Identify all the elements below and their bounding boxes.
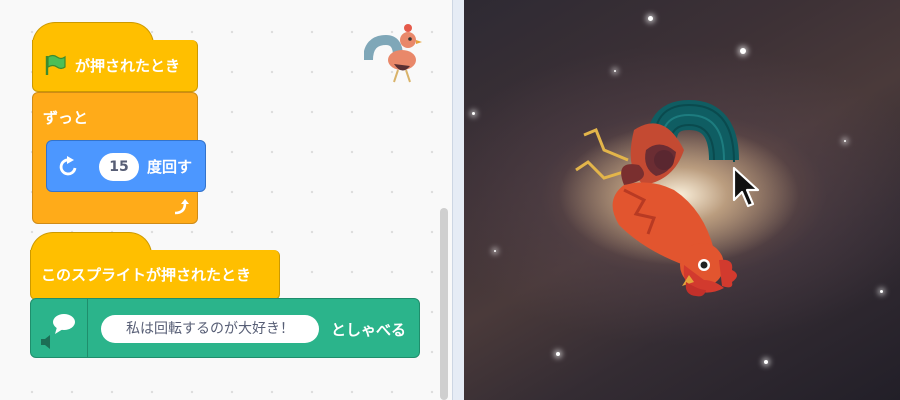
star [764,360,768,364]
speak-text-input[interactable]: 私は回転するのが大好き！ [101,315,319,343]
speaker-icon [41,335,50,349]
speech-bubble-icon [53,314,75,334]
code-area[interactable]: が押されたとき ずっと 15 度回す このスプライトが押されたとき 私は回転する… [0,0,452,400]
star [740,48,746,54]
turn-right-block[interactable]: 15 度回す [46,140,206,192]
star [556,352,560,356]
star [614,70,616,72]
panel-divider [452,0,464,400]
forever-label: ずっと [43,109,89,127]
when-flag-clicked-label: が押されたとき [75,57,181,75]
green-flag-icon [45,54,66,75]
star [494,250,496,252]
star [472,112,475,115]
turn-right-icon [59,156,77,176]
sprite-thumbnail-icon [364,24,422,83]
scrollbar-thumb[interactable] [440,208,448,400]
loop-arrow-icon [174,199,189,215]
star [844,140,846,142]
when-sprite-clicked-label: このスプライトが押されたとき [41,266,252,284]
star [648,16,653,21]
star [880,290,883,293]
mouse-cursor-icon [732,166,760,208]
extension-icon-box [31,299,88,357]
stage[interactable] [464,0,900,400]
speak-block[interactable]: 私は回転するのが大好き！ としゃべる [30,298,420,358]
when-flag-clicked-block[interactable]: が押されたとき [32,40,198,92]
turn-degrees-input[interactable]: 15 [99,153,139,181]
when-sprite-clicked-block[interactable]: このスプライトが押されたとき [30,250,280,300]
speak-label: としゃべる [331,321,407,339]
turn-label: 度回す [147,158,193,176]
